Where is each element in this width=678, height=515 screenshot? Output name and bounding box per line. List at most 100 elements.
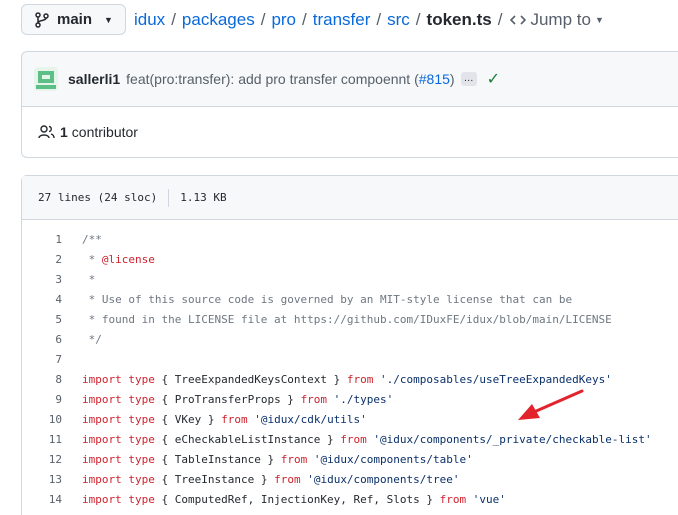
code-token: import type (82, 453, 155, 466)
jump-to-label: Jump to (530, 10, 591, 29)
branch-selector-button[interactable]: main ▼ (21, 4, 126, 35)
code-line: 11 import type { eCheckableListInstance }… (22, 430, 678, 450)
commit-author-link[interactable]: sallerli1 (68, 71, 120, 87)
code-token: { TreeExpandedKeysContext } (154, 373, 347, 386)
contributor-label: contributor (71, 123, 138, 140)
code-token: import type (82, 473, 155, 486)
code-text: import type { eCheckableListInstance } f… (62, 430, 652, 450)
commit-message-end: ) (449, 71, 455, 87)
breadcrumb-link-idux[interactable]: idux (134, 10, 165, 30)
code-line: 15 (22, 510, 678, 515)
commit-message[interactable]: feat(pro:transfer): add pro transfer com… (126, 71, 454, 87)
code-line: 6 */ (22, 330, 678, 350)
line-number[interactable]: 1 (22, 230, 62, 250)
code-line: 5 * found in the LICENSE file at https:/… (22, 310, 678, 330)
code-token: { VKey } (154, 413, 222, 426)
code-token: from (300, 393, 328, 406)
code-line: 14 import type { ComputedRef, InjectionKe… (22, 490, 678, 510)
annotation-arrow-icon (518, 389, 584, 420)
breadcrumb-link-packages[interactable]: packages (182, 10, 255, 30)
code-token: from (439, 493, 467, 506)
breadcrumb-separator: / (302, 10, 307, 29)
line-number[interactable]: 4 (22, 290, 62, 310)
line-number[interactable]: 6 (22, 330, 62, 350)
code-text: * Use of this source code is governed by… (62, 290, 572, 310)
contributor-count: 1 (60, 123, 68, 140)
code-token: * Use of this source code is governed by… (82, 293, 573, 306)
code-line: 12 import type { TableInstance } from '@i… (22, 450, 678, 470)
file-info-header: 27 lines (24 sloc) 1.13 KB (22, 176, 678, 220)
branch-label: main (57, 11, 93, 28)
code-text: import type { ComputedRef, InjectionKey,… (62, 490, 506, 510)
breadcrumb-link-src[interactable]: src (387, 10, 410, 30)
code-text: import type { ProTransferProps } from '.… (62, 390, 393, 410)
line-number[interactable]: 13 (22, 470, 62, 490)
code-token: * (82, 253, 102, 266)
expand-commit-button[interactable]: … (460, 72, 477, 86)
code-icon (510, 15, 527, 25)
file-size: 1.13 KB (180, 191, 227, 204)
code-text: */ (62, 330, 102, 350)
pull-request-link[interactable]: #815 (419, 71, 450, 87)
line-number[interactable]: 7 (22, 350, 62, 370)
caret-down-icon: ▼ (104, 14, 113, 25)
code-token: import type (82, 433, 155, 446)
code-token: * (82, 273, 96, 286)
line-number[interactable]: 11 (22, 430, 62, 450)
latest-commit-bar: sallerli1 feat(pro:transfer): add pro tr… (21, 51, 678, 107)
code-text: /** (62, 230, 102, 250)
file-viewer: 27 lines (24 sloc) 1.13 KB 1 /** 2 * @lice… (21, 175, 678, 515)
breadcrumb: idux / packages / pro / transfer / src /… (134, 9, 604, 31)
code-token: 'vue' (466, 493, 506, 506)
code-text: * found in the LICENSE file at https://g… (62, 310, 612, 330)
jump-to-button[interactable]: Jump to ▼ (510, 10, 604, 30)
line-number[interactable]: 14 (22, 490, 62, 510)
code-token: '@idux/components/_private/checkable-lis… (366, 433, 652, 446)
header-divider (168, 188, 170, 207)
check-status-icon[interactable]: ✓ (487, 69, 500, 89)
code-token: /** (82, 233, 102, 246)
code-text: * (62, 270, 96, 290)
avatar[interactable] (34, 67, 58, 91)
code-token: './types' (327, 393, 394, 406)
code-listing[interactable]: 1 /** 2 * @license 3 * 4 * Use of this sourc… (22, 220, 678, 515)
code-token: import type (82, 373, 155, 386)
line-number[interactable]: 15 (22, 510, 62, 515)
code-line: 4 * Use of this source code is governed … (22, 290, 678, 310)
code-token: */ (82, 333, 102, 346)
code-token: { ComputedRef, InjectionKey, Ref, Slots … (154, 493, 440, 506)
code-token: from (346, 373, 374, 386)
line-number[interactable]: 12 (22, 450, 62, 470)
git-branch-icon (35, 11, 49, 28)
code-token: { TableInstance } (154, 453, 281, 466)
line-number[interactable]: 9 (22, 390, 62, 410)
breadcrumb-separator: / (260, 10, 266, 29)
code-line: 2 * @license (22, 250, 678, 270)
line-number[interactable]: 5 (22, 310, 62, 330)
line-number[interactable]: 3 (22, 270, 62, 290)
code-text: import type { TableInstance } from '@idu… (62, 450, 473, 470)
contributors-bar[interactable]: 1 contributor (21, 106, 678, 158)
code-token: from (221, 413, 248, 426)
code-token: { ProTransferProps } (154, 393, 301, 406)
code-text: import type { VKey } from '@idux/cdk/uti… (62, 410, 367, 430)
line-count: 27 lines (24 sloc) (38, 191, 158, 204)
commit-message-text: feat(pro:transfer): add pro transfer com… (126, 71, 419, 87)
code-token: from (280, 453, 308, 466)
caret-down-icon: ▼ (594, 15, 604, 25)
code-token: '@idux/cdk/utils' (247, 413, 367, 426)
code-token: from (340, 433, 367, 446)
line-number[interactable]: 8 (22, 370, 62, 390)
code-token: { eCheckableListInstance } (154, 433, 341, 446)
breadcrumb-link-transfer[interactable]: transfer (313, 10, 371, 30)
code-token: '@idux/components/tree' (300, 473, 460, 486)
code-token: { TreeInstance } (154, 473, 275, 486)
breadcrumb-link-pro[interactable]: pro (271, 10, 296, 30)
code-token: * found in the LICENSE file at https://g… (82, 313, 612, 326)
breadcrumb-separator: / (415, 10, 421, 29)
line-number[interactable]: 10 (22, 410, 62, 430)
line-number[interactable]: 2 (22, 250, 62, 270)
code-line: 13 import type { TreeInstance } from '@id… (22, 470, 678, 490)
